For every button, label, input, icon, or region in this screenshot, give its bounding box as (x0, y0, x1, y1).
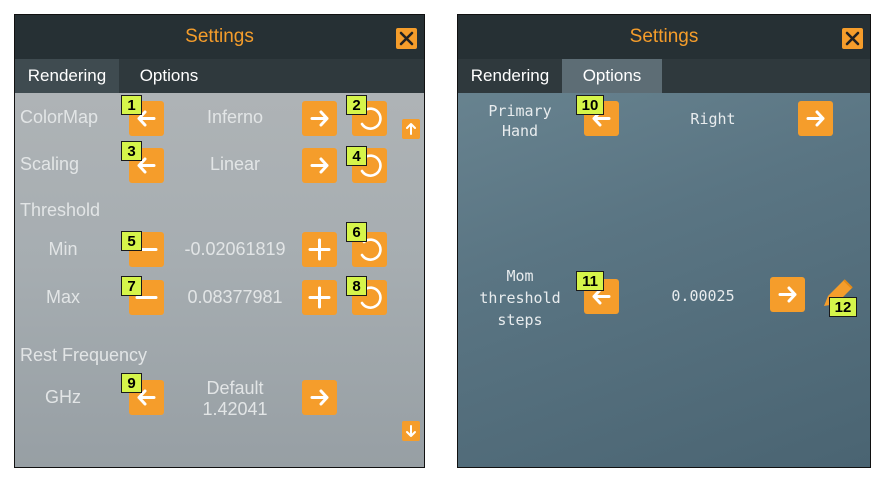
annotation-marker: 9 (121, 373, 142, 393)
threshold-min-label: Min (48, 239, 78, 259)
tab-options[interactable]: Options (562, 59, 662, 93)
annotation-marker: 6 (346, 222, 367, 242)
threshold-min-increase-button[interactable] (302, 232, 337, 267)
scaling-next-button[interactable] (302, 148, 337, 183)
arrow-right-icon (806, 110, 825, 127)
threshold-max-increase-button[interactable] (302, 280, 337, 315)
arrow-up-icon (406, 123, 416, 135)
arrow-down-icon (406, 425, 416, 437)
mom-threshold-label-line1: Mom (506, 267, 534, 285)
rest-frequency-value: Default 1.42041 (185, 378, 285, 420)
scaling-value: Linear (209, 154, 261, 174)
annotation-marker: 5 (121, 231, 142, 251)
annotation-marker: 2 (346, 95, 367, 115)
primary-hand-value: Right (690, 110, 736, 128)
annotation-marker: 1 (121, 95, 142, 115)
threshold-heading: Threshold (20, 200, 101, 220)
settings-panel-options: Settings Rendering Options Primary Hand … (457, 14, 871, 468)
colormap-next-button[interactable] (302, 101, 337, 136)
colormap-value: Inferno (206, 107, 264, 127)
scroll-down-button[interactable] (402, 421, 420, 441)
arrow-right-icon (778, 286, 797, 303)
arrow-right-icon (310, 389, 329, 406)
mom-threshold-label-line2: threshold (479, 289, 561, 307)
close-button[interactable] (396, 28, 417, 49)
annotation-marker: 3 (121, 141, 142, 161)
annotation-marker: 4 (346, 146, 367, 166)
colormap-label: ColorMap (20, 107, 99, 127)
tab-rendering[interactable]: Rendering (15, 59, 119, 93)
scaling-label: Scaling (20, 154, 80, 174)
settings-panel-rendering: Settings Rendering Options ColorMap Infe… (14, 14, 425, 468)
panel-title: Settings (185, 26, 254, 47)
title-bar: Settings (458, 15, 870, 59)
annotation-marker: 8 (346, 276, 367, 296)
annotation-marker: 10 (576, 95, 604, 115)
threshold-min-value: -0.02061819 (184, 239, 286, 259)
tab-options[interactable]: Options (119, 59, 219, 93)
rest-frequency-value-line1: Default (206, 378, 264, 398)
close-icon (399, 31, 414, 46)
plus-icon (308, 238, 331, 261)
threshold-max-label: Max (45, 287, 80, 307)
primary-hand-next-button[interactable] (798, 101, 833, 136)
mom-threshold-next-button[interactable] (770, 277, 805, 312)
plus-icon (308, 286, 331, 309)
mom-threshold-label-line3: steps (497, 311, 543, 329)
mom-threshold-value: 0.00025 (671, 287, 735, 305)
threshold-max-value: 0.08377981 (187, 287, 283, 307)
annotation-marker: 7 (121, 276, 142, 296)
scroll-up-button[interactable] (402, 119, 420, 139)
mom-threshold-label: Mom threshold steps (472, 265, 568, 331)
title-bar: Settings (15, 15, 424, 59)
arrow-right-icon (310, 110, 329, 127)
close-icon (845, 31, 860, 46)
rest-frequency-next-button[interactable] (302, 380, 337, 415)
annotation-marker: 11 (576, 271, 604, 291)
tab-rendering[interactable]: Rendering (458, 59, 562, 93)
rest-frequency-heading: Rest Frequency (20, 345, 148, 365)
tab-bar: Rendering Options (15, 59, 424, 93)
close-button[interactable] (842, 28, 863, 49)
primary-hand-label: Primary Hand (472, 101, 568, 141)
rest-frequency-unit: GHz (45, 387, 81, 407)
rest-frequency-value-line2: 1.42041 (202, 399, 268, 419)
panel-title: Settings (629, 26, 699, 47)
tab-bar: Rendering Options (458, 59, 870, 93)
annotation-marker: 12 (829, 297, 857, 317)
primary-hand-label-line2: Hand (501, 122, 539, 140)
primary-hand-label-line1: Primary (488, 102, 552, 120)
arrow-right-icon (310, 157, 329, 174)
